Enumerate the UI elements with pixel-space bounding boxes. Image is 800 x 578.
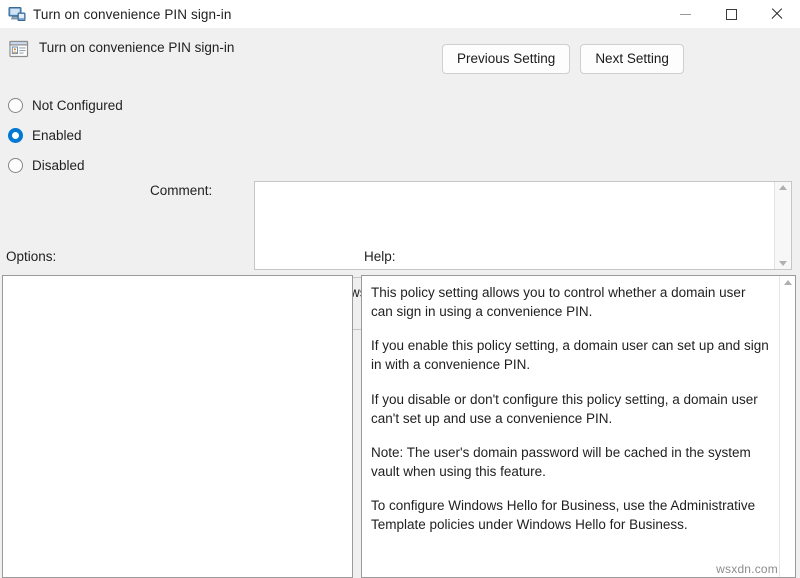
previous-setting-button[interactable]: Previous Setting: [442, 44, 570, 74]
policy-title: Turn on convenience PIN sign-in: [39, 40, 234, 55]
help-paragraph: If you enable this policy setting, a dom…: [371, 336, 769, 374]
setting-state-pane: Not Configured Enabled Disabled Comment:…: [0, 86, 800, 243]
window-title: Turn on convenience PIN sign-in: [33, 7, 231, 22]
help-paragraph: If you disable or don't configure this p…: [371, 390, 769, 428]
radio-not-configured-indicator[interactable]: [8, 98, 23, 113]
comment-label: Comment:: [150, 183, 212, 198]
computer-monitor-icon: [8, 6, 26, 22]
radio-enabled-label: Enabled: [32, 128, 82, 143]
radio-not-configured[interactable]: Not Configured: [8, 90, 148, 120]
section-labels: Options: Help:: [0, 243, 800, 275]
policy-header: Turn on convenience PIN sign-in Previous…: [0, 28, 800, 86]
help-pane: This policy setting allows you to contro…: [361, 275, 796, 578]
maximize-button[interactable]: [708, 0, 754, 28]
close-icon: [770, 7, 784, 21]
title-bar: Turn on convenience PIN sign-in: [0, 0, 800, 28]
radio-enabled-indicator[interactable]: [8, 128, 23, 143]
detail-panes: This policy setting allows you to contro…: [0, 275, 800, 578]
radio-disabled[interactable]: Disabled: [8, 150, 148, 180]
options-pane[interactable]: [2, 275, 353, 578]
next-setting-button[interactable]: Next Setting: [580, 44, 684, 74]
maximize-icon: [726, 9, 737, 20]
options-label: Options:: [6, 249, 56, 264]
radio-disabled-indicator[interactable]: [8, 158, 23, 173]
help-label: Help:: [364, 249, 396, 264]
radio-enabled[interactable]: Enabled: [8, 120, 148, 150]
minimize-button[interactable]: [662, 0, 708, 28]
help-paragraph: This policy setting allows you to contro…: [371, 283, 769, 321]
help-scrollbar[interactable]: [779, 276, 795, 577]
policy-setting-icon: [9, 40, 29, 59]
help-paragraph: To configure Windows Hello for Business,…: [371, 496, 769, 534]
policy-setting-window: Turn on convenience PIN sign-in: [0, 0, 800, 578]
window-controls: [662, 0, 800, 28]
help-paragraph: Note: The user's domain password will be…: [371, 443, 769, 481]
watermark: wsxdn.com: [716, 562, 778, 576]
scroll-up-arrow-icon[interactable]: [784, 280, 792, 285]
minimize-icon: [680, 14, 691, 15]
close-button[interactable]: [754, 0, 800, 28]
help-text: This policy setting allows you to contro…: [362, 276, 779, 577]
scroll-up-arrow-icon[interactable]: [779, 185, 787, 190]
policy-state-radio-group: Not Configured Enabled Disabled: [8, 90, 148, 180]
radio-disabled-label: Disabled: [32, 158, 85, 173]
radio-not-configured-label: Not Configured: [32, 98, 123, 113]
navigation-buttons: Previous Setting Next Setting: [442, 44, 684, 74]
